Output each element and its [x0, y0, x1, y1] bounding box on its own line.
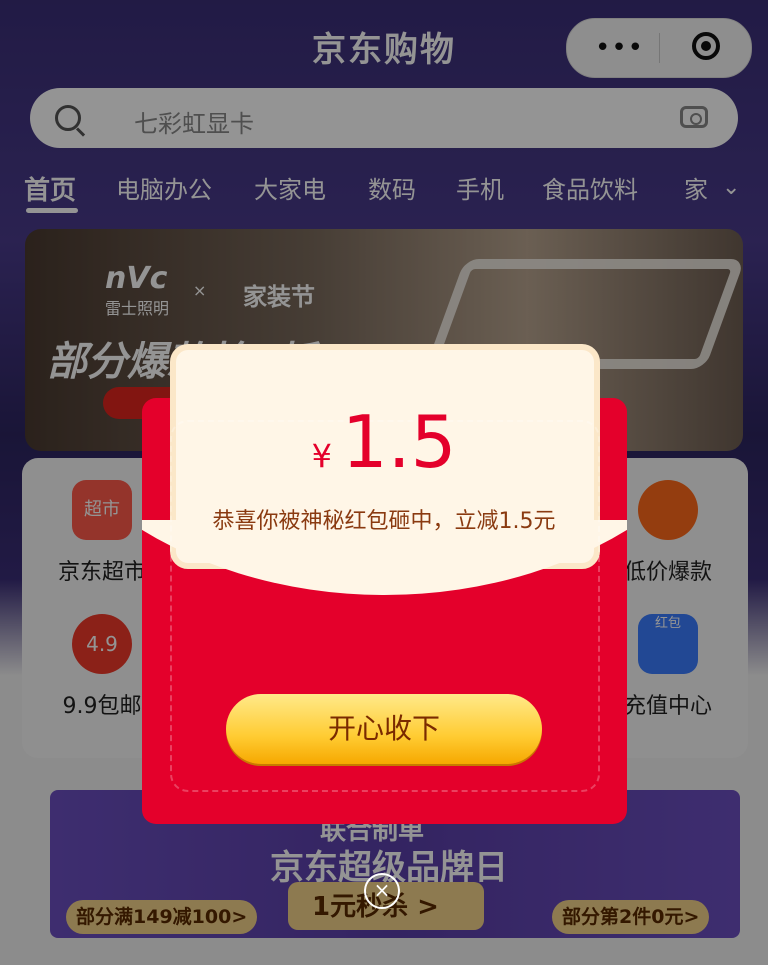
coupon-amount: ¥1.5 [0, 400, 768, 484]
coupon-message: 恭喜你被神秘红包砸中，立减1.5元 [212, 509, 556, 534]
accept-coupon-button[interactable]: 开心收下 [226, 694, 542, 764]
currency-symbol: ¥ [311, 437, 332, 475]
close-icon[interactable]: × [364, 873, 400, 909]
amount-value: 1.5 [341, 400, 457, 484]
